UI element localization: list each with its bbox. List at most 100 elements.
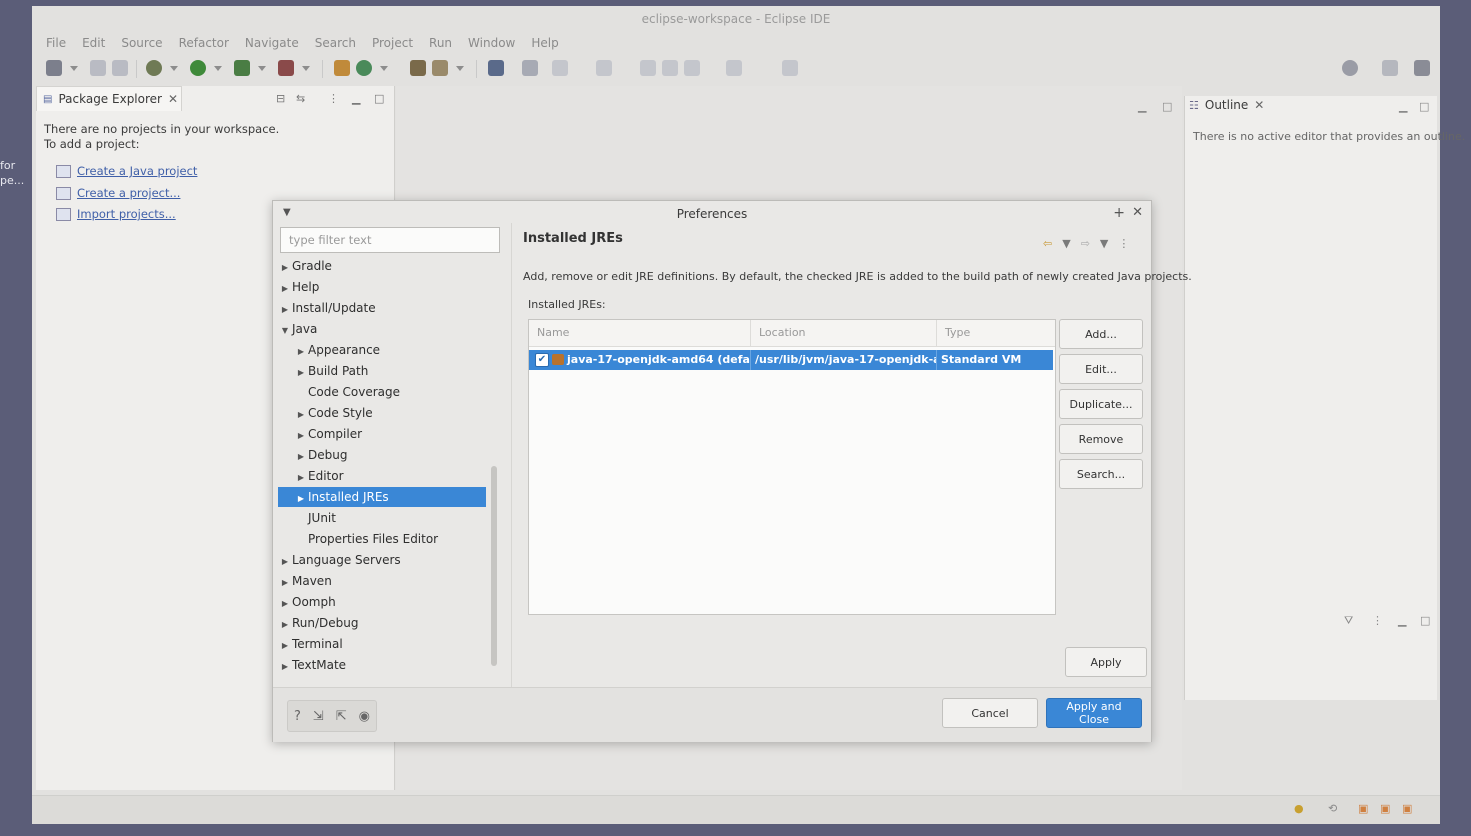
save-all-icon[interactable]	[112, 60, 128, 76]
create-java-project-link[interactable]: Create a Java project	[56, 164, 197, 178]
tree-item-java[interactable]: ▼ Java	[278, 319, 486, 339]
debug-dropdown-icon[interactable]	[170, 66, 178, 71]
run-icon[interactable]	[190, 60, 206, 76]
pin-editor-icon[interactable]	[782, 60, 798, 76]
tree-item-debug[interactable]: ▶ Debug	[278, 445, 486, 465]
forward-dropdown-icon[interactable]: ▼	[1100, 237, 1108, 250]
search-tool-icon[interactable]	[522, 60, 538, 76]
view-menu-icon[interactable]: ⋮	[1118, 237, 1129, 250]
tree-item-code-style[interactable]: ▶ Code Style	[278, 403, 486, 423]
tree-item-build-path[interactable]: ▶ Build Path	[278, 361, 486, 381]
tree-item-junit[interactable]: JUnit	[278, 508, 486, 528]
back-icon[interactable]	[640, 60, 656, 76]
tree-item-properties-files-editor[interactable]: Properties Files Editor	[278, 529, 486, 549]
forward-icon[interactable]	[662, 60, 678, 76]
tree-item-terminal[interactable]: ▶ Terminal	[278, 634, 486, 654]
expand-icon[interactable]: ▶	[278, 615, 292, 635]
navigate-forward-icon[interactable]	[726, 60, 742, 76]
view-menu-icon[interactable]: ⋮	[328, 92, 339, 105]
notification-icon[interactable]: ▣	[1358, 802, 1368, 815]
link-with-editor-icon[interactable]: ⇆	[296, 92, 305, 105]
apply-and-close-button[interactable]: Apply and Close	[1046, 698, 1142, 728]
record-icon[interactable]: ◉	[359, 709, 370, 724]
maximize-icon[interactable]: □	[374, 92, 384, 105]
new-class-dropdown-icon[interactable]	[380, 66, 388, 71]
next-annotation-icon[interactable]	[552, 60, 568, 76]
import-projects-link[interactable]: Import projects...	[56, 207, 176, 221]
menu-source[interactable]: Source	[113, 32, 170, 54]
menu-file[interactable]: File	[38, 32, 74, 54]
tree-item-gradle[interactable]: ▶ Gradle	[278, 256, 486, 276]
search-icon[interactable]	[1342, 60, 1358, 76]
external-tools-dropdown-icon[interactable]	[302, 66, 310, 71]
table-row[interactable]: java-17-openjdk-amd64 (default) ✔ /usr/l…	[529, 350, 1053, 370]
expand-icon[interactable]: ▶	[278, 300, 292, 320]
status-icon[interactable]: ▣	[1380, 802, 1390, 815]
tree-item-install-update[interactable]: ▶ Install/Update	[278, 298, 486, 318]
tip-icon[interactable]: ●	[1294, 802, 1304, 815]
new-dropdown-icon[interactable]	[70, 66, 78, 71]
sync-icon[interactable]: ⟲	[1328, 802, 1337, 815]
tree-item-run-debug[interactable]: ▶ Run/Debug	[278, 613, 486, 633]
progress-icon[interactable]: ▣	[1402, 802, 1412, 815]
maximize-icon[interactable]: +	[1113, 205, 1125, 221]
expand-icon[interactable]: ▶	[294, 468, 308, 488]
collapse-icon[interactable]: ▼	[278, 321, 292, 341]
minimize-icon[interactable]: ▁	[352, 92, 360, 105]
column-location[interactable]: Location	[751, 320, 937, 346]
menu-window[interactable]: Window	[460, 32, 523, 54]
tree-scrollbar[interactable]	[491, 466, 497, 666]
expand-icon[interactable]: ▶	[294, 405, 308, 425]
editor-maximize-icon[interactable]: □	[1162, 100, 1172, 113]
close-icon[interactable]: ✕	[1132, 205, 1143, 220]
expand-icon[interactable]: ▶	[278, 573, 292, 593]
last-edit-icon[interactable]	[684, 60, 700, 76]
tab-outline[interactable]: ☷ Outline ✕	[1189, 98, 1264, 112]
tree-item-help[interactable]: ▶ Help	[278, 277, 486, 297]
search-button[interactable]: Search...	[1059, 459, 1143, 489]
view-menu-icon[interactable]: ⋮	[1372, 614, 1383, 627]
default-jre-checkbox[interactable]: ✔	[535, 353, 549, 367]
java-perspective-icon[interactable]	[1414, 60, 1430, 76]
expand-icon[interactable]: ▶	[278, 279, 292, 299]
menu-run[interactable]: Run	[421, 32, 460, 54]
tree-item-appearance[interactable]: ▶ Appearance	[278, 340, 486, 360]
outline-minimize-icon[interactable]: ▁	[1399, 100, 1407, 113]
tree-item-language-servers[interactable]: ▶ Language Servers	[278, 550, 486, 570]
tree-item-editor[interactable]: ▶ Editor	[278, 466, 486, 486]
menu-help[interactable]: Help	[523, 32, 566, 54]
collapse-all-icon[interactable]: ⊟	[276, 92, 285, 105]
menu-project[interactable]: Project	[364, 32, 421, 54]
coverage-dropdown-icon[interactable]	[258, 66, 266, 71]
save-icon[interactable]	[90, 60, 106, 76]
open-task-icon[interactable]	[432, 60, 448, 76]
tree-item-textmate[interactable]: ▶ TextMate	[278, 655, 486, 675]
expand-icon[interactable]: ▶	[278, 657, 292, 677]
expand-icon[interactable]: ▶	[294, 489, 308, 509]
outline-maximize-icon[interactable]: □	[1419, 100, 1429, 113]
expand-icon[interactable]: ▶	[294, 342, 308, 362]
duplicate-button[interactable]: Duplicate...	[1059, 389, 1143, 419]
bottom-maximize-icon[interactable]: □	[1420, 614, 1430, 627]
new-java-package-icon[interactable]	[334, 60, 350, 76]
open-perspective-icon[interactable]	[1382, 60, 1398, 76]
close-icon[interactable]: ✕	[1254, 98, 1264, 112]
expand-icon[interactable]: ▶	[278, 636, 292, 656]
open-type-icon[interactable]	[410, 60, 426, 76]
expand-icon[interactable]: ▶	[278, 594, 292, 614]
filter-input[interactable]	[280, 227, 500, 253]
expand-icon[interactable]: ▶	[294, 426, 308, 446]
terminal-icon[interactable]	[488, 60, 504, 76]
external-tools-icon[interactable]	[278, 60, 294, 76]
menu-refactor[interactable]: Refactor	[171, 32, 237, 54]
back-icon[interactable]: ⇦	[1043, 237, 1052, 250]
coverage-icon[interactable]	[234, 60, 250, 76]
tree-item-code-coverage[interactable]: Code Coverage	[278, 382, 486, 402]
run-dropdown-icon[interactable]	[214, 66, 222, 71]
add-button[interactable]: Add...	[1059, 319, 1143, 349]
filter-icon[interactable]: ⛛	[1344, 614, 1353, 628]
close-icon[interactable]: ✕	[168, 92, 178, 106]
import-icon[interactable]: ⇲	[313, 709, 324, 724]
menu-search[interactable]: Search	[307, 32, 364, 54]
tree-item-compiler[interactable]: ▶ Compiler	[278, 424, 486, 444]
